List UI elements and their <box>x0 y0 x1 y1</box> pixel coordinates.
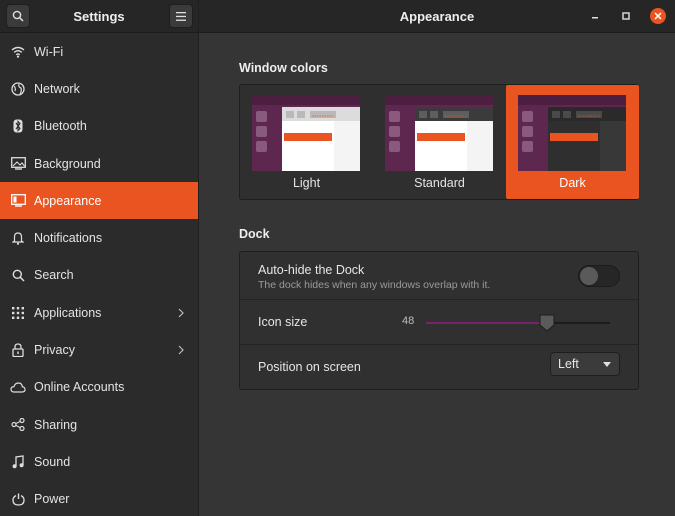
autohide-toggle[interactable] <box>578 265 620 287</box>
theme-dark-thumbnail <box>518 95 626 171</box>
sidebar-item-privacy[interactable]: Privacy <box>0 331 198 368</box>
minimize-button[interactable] <box>585 6 605 26</box>
music-note-icon <box>10 454 26 470</box>
window-colors-chooser: Light Standard Dark <box>239 84 639 200</box>
slider-handle[interactable] <box>539 314 555 332</box>
search-icon <box>10 267 26 283</box>
position-row: Position on screen Left <box>240 345 638 389</box>
search-icon <box>12 10 24 22</box>
lock-icon <box>10 342 26 358</box>
menu-button[interactable] <box>169 4 193 28</box>
sidebar-item-network[interactable]: Network <box>0 70 198 107</box>
chevron-right-icon <box>178 294 184 331</box>
sidebar-item-sound[interactable]: Sound <box>0 443 198 480</box>
sidebar-item-label: Power <box>34 492 70 507</box>
sidebar-item-wifi[interactable]: Wi-Fi <box>0 33 198 70</box>
sidebar-item-power[interactable]: Power <box>0 481 198 516</box>
autohide-row: Auto-hide the Dock The dock hides when a… <box>240 252 638 300</box>
position-label: Position on screen <box>258 360 361 374</box>
wifi-icon <box>10 44 26 60</box>
sidebar-item-sharing[interactable]: Sharing <box>0 406 198 443</box>
network-icon <box>10 81 26 97</box>
appearance-panel: Window colors Light Standard Dark Dock A… <box>200 34 675 516</box>
sidebar-item-label: Sharing <box>34 417 78 432</box>
dock-heading: Dock <box>239 227 270 241</box>
bell-icon <box>10 230 26 246</box>
autohide-description: The dock hides when any windows overlap … <box>258 279 491 291</box>
icon-size-row: Icon size 48 <box>240 300 638 345</box>
sidebar-item-notifications[interactable]: Notifications <box>0 219 198 256</box>
sidebar-item-label: Applications <box>34 305 102 320</box>
sidebar-item-label: Appearance <box>34 193 102 208</box>
settings-window: Settings Appearance Wi-Fi Network Blueto… <box>0 0 675 516</box>
minimize-icon <box>592 17 598 19</box>
icon-size-label: Icon size <box>258 315 308 329</box>
window-colors-heading: Window colors <box>239 61 328 75</box>
app-title: Settings <box>73 9 125 24</box>
theme-label: Standard <box>414 176 465 190</box>
sidebar-item-online-accounts[interactable]: Online Accounts <box>0 369 198 406</box>
search-button[interactable] <box>6 4 30 28</box>
toggle-knob <box>580 267 598 285</box>
sidebar-item-search[interactable]: Search <box>0 257 198 294</box>
sidebar-item-background[interactable]: Background <box>0 145 198 182</box>
sidebar-item-applications[interactable]: Applications <box>0 294 198 331</box>
dock-settings-list: Auto-hide the Dock The dock hides when a… <box>239 251 639 390</box>
slider-fill <box>426 322 547 324</box>
theme-standard-option[interactable]: Standard <box>373 85 506 199</box>
theme-light-thumbnail <box>252 95 360 171</box>
sidebar: Wi-Fi Network Bluetooth Background Appea… <box>0 33 199 516</box>
close-icon <box>650 8 666 24</box>
sidebar-item-label: Notifications <box>34 231 103 246</box>
sidebar-item-label: Wi-Fi <box>34 44 64 59</box>
autohide-label: Auto-hide the Dock <box>258 263 365 277</box>
sidebar-item-label: Privacy <box>34 343 75 358</box>
content-header: Appearance <box>199 0 675 33</box>
sidebar-item-label: Network <box>34 81 80 96</box>
sidebar-item-bluetooth[interactable]: Bluetooth <box>0 108 198 145</box>
maximize-icon <box>622 12 630 20</box>
sidebar-header: Settings <box>0 0 199 33</box>
grid-icon <box>10 305 26 321</box>
theme-standard-thumbnail <box>385 95 493 171</box>
sidebar-item-label: Background <box>34 156 101 171</box>
theme-dark-option[interactable]: Dark <box>506 85 639 199</box>
sidebar-item-label: Bluetooth <box>34 119 87 134</box>
sidebar-item-appearance[interactable]: Appearance <box>0 182 198 220</box>
sidebar-item-label: Search <box>34 268 74 283</box>
appearance-icon <box>10 193 26 209</box>
icon-size-value: 48 <box>402 315 415 327</box>
sidebar-item-label: Online Accounts <box>34 380 125 395</box>
theme-label: Light <box>292 176 321 190</box>
position-dropdown[interactable]: Left <box>550 352 620 376</box>
cloud-icon <box>10 379 26 395</box>
bluetooth-icon <box>10 118 26 134</box>
theme-label: Dark <box>559 176 586 190</box>
position-dropdown-value: Left <box>558 357 579 371</box>
share-icon <box>10 417 26 433</box>
hamburger-icon <box>176 11 186 21</box>
icon-size-slider[interactable] <box>426 314 610 332</box>
close-button[interactable] <box>648 6 668 26</box>
sidebar-item-label: Sound <box>34 454 71 469</box>
power-icon <box>10 491 26 507</box>
chevron-down-icon <box>603 362 611 367</box>
theme-light-option[interactable]: Light <box>240 85 373 199</box>
background-icon <box>10 156 26 172</box>
chevron-right-icon <box>178 331 184 368</box>
maximize-button[interactable] <box>616 6 636 26</box>
